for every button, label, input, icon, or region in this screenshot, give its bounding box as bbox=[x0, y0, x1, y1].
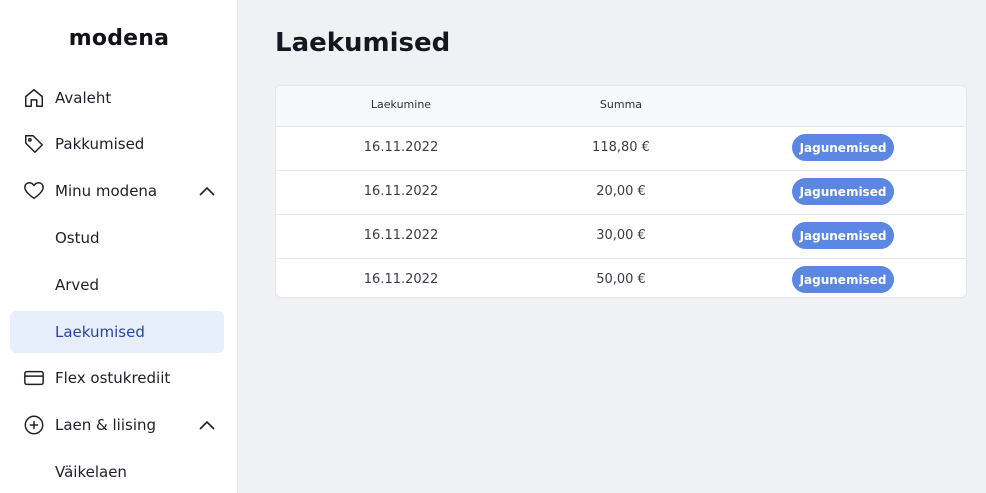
heart-icon bbox=[24, 182, 44, 200]
table-row: 16.11.2022 30,00 € Jagunemised bbox=[276, 215, 966, 259]
sidebar-item-label: Avaleht bbox=[55, 89, 112, 107]
sidebar-item-laen-liising[interactable]: Laen & liising bbox=[10, 404, 224, 446]
logo[interactable]: modena bbox=[0, 26, 238, 51]
jagunemised-button[interactable]: Jagunemised bbox=[792, 222, 894, 249]
chevron-up-icon[interactable] bbox=[198, 417, 216, 433]
sidebar-item-label: Flex ostukrediit bbox=[55, 369, 171, 387]
jagunemised-button[interactable]: Jagunemised bbox=[792, 266, 894, 293]
payment-amount: 118,80 € bbox=[592, 140, 650, 155]
table-row: 16.11.2022 20,00 € Jagunemised bbox=[276, 171, 966, 215]
sidebar-item-laekumised[interactable]: Laekumised bbox=[10, 311, 224, 353]
sidebar-item-label: Väikelaen bbox=[55, 463, 127, 481]
payment-amount: 50,00 € bbox=[596, 272, 646, 287]
payment-date: 16.11.2022 bbox=[363, 228, 439, 243]
sidebar-item-ostud[interactable]: Ostud bbox=[10, 217, 224, 259]
sidebar-item-label: Arved bbox=[55, 276, 100, 294]
app-root: modena Avaleht Pakkumised Minu modena Os… bbox=[0, 0, 986, 493]
main-content: Laekumised Laekumine Summa 16.11.2022 11… bbox=[238, 0, 986, 493]
table-row: 16.11.2022 118,80 € Jagunemised bbox=[276, 127, 966, 171]
home-icon bbox=[25, 89, 43, 107]
jagunemised-button[interactable]: Jagunemised bbox=[792, 178, 894, 205]
sidebar-item-label: Pakkumised bbox=[55, 135, 145, 153]
payment-date: 16.11.2022 bbox=[363, 140, 439, 155]
tag-icon bbox=[25, 135, 43, 153]
payment-amount: 20,00 € bbox=[596, 184, 646, 199]
sidebar-item-label: Ostud bbox=[55, 229, 100, 247]
sidebar-item-avaleht[interactable]: Avaleht bbox=[10, 77, 224, 119]
sidebar-item-flex-ostukrediit[interactable]: Flex ostukrediit bbox=[10, 357, 224, 399]
chevron-up-icon[interactable] bbox=[198, 183, 216, 199]
payments-table: Laekumine Summa 16.11.2022 118,80 € Jagu… bbox=[275, 85, 967, 298]
credit-card-icon bbox=[24, 370, 44, 386]
payment-date: 16.11.2022 bbox=[363, 184, 439, 199]
table-row: 16.11.2022 50,00 € Jagunemised bbox=[276, 259, 966, 297]
jagunemised-button[interactable]: Jagunemised bbox=[792, 134, 894, 161]
column-header-laekumine: Laekumine bbox=[370, 98, 432, 111]
column-header-summa: Summa bbox=[599, 98, 643, 111]
sidebar-item-minu-modena[interactable]: Minu modena bbox=[10, 170, 224, 212]
sidebar-item-label: Laekumised bbox=[55, 323, 145, 341]
page-title: Laekumised bbox=[275, 28, 451, 58]
plus-circle-icon bbox=[24, 415, 44, 435]
sidebar-item-pakkumised[interactable]: Pakkumised bbox=[10, 123, 224, 165]
payment-amount: 30,00 € bbox=[596, 228, 646, 243]
payment-date: 16.11.2022 bbox=[363, 272, 439, 287]
sidebar-item-label: Laen & liising bbox=[55, 416, 157, 434]
table-header: Laekumine Summa bbox=[276, 86, 966, 127]
sidebar-item-arved[interactable]: Arved bbox=[10, 264, 224, 306]
sidebar-item-vaikelaen[interactable]: Väikelaen bbox=[10, 451, 224, 493]
sidebar-item-label: Minu modena bbox=[55, 182, 158, 200]
sidebar: modena Avaleht Pakkumised Minu modena Os… bbox=[0, 0, 238, 493]
